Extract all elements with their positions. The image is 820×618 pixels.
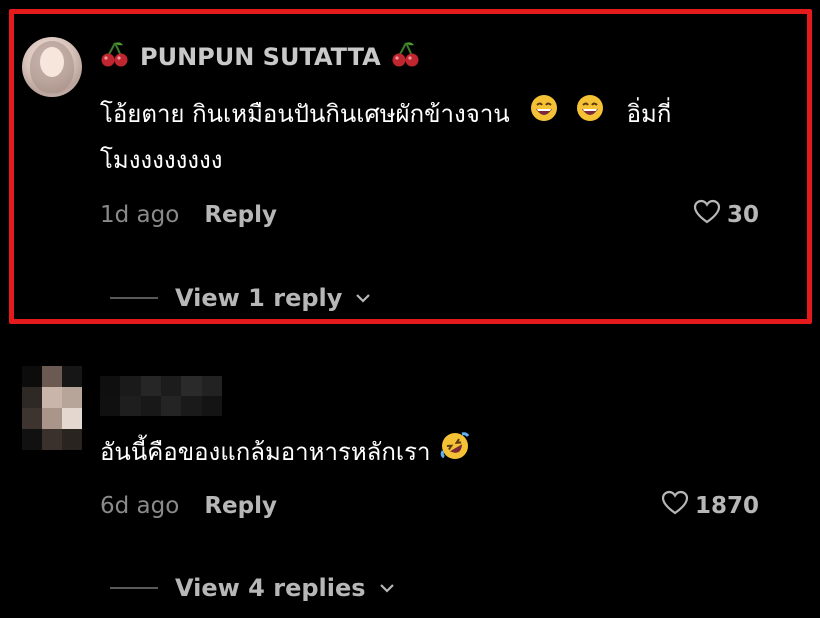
comment-text-line: โอ้ยตาย กินเหมือนปันกินเศษผักข้างจาน อิ่…	[100, 90, 671, 139]
comment-time: 6d ago	[100, 493, 180, 519]
comment-text-line: อันนี้คือของแกล้มอาหารหลักเรา	[100, 428, 470, 477]
cherry-icon	[100, 40, 130, 74]
cherry-icon	[391, 40, 421, 74]
comment-meta: 6d ago Reply	[100, 489, 277, 523]
divider	[110, 297, 158, 299]
heart-icon	[693, 199, 721, 231]
like-button[interactable]: 30	[693, 198, 759, 232]
rolling-on-the-floor-laughing-emoji	[440, 429, 470, 477]
reply-button[interactable]: Reply	[204, 493, 277, 519]
username-text: PUNPUN SUTATTA	[140, 43, 381, 71]
view-replies-button[interactable]: View 4 replies	[110, 571, 396, 605]
divider	[110, 587, 158, 589]
chevron-down-icon	[378, 582, 396, 594]
view-replies-label: View 1 reply	[175, 284, 343, 312]
view-replies-button[interactable]: View 1 reply	[110, 281, 372, 315]
comment-text-line2: โมงงงงงงงง	[100, 146, 223, 174]
heart-icon	[661, 490, 689, 522]
comment-username[interactable]: PUNPUN SUTATTA	[100, 40, 421, 74]
like-count: 30	[726, 202, 759, 228]
view-replies-label: View 4 replies	[175, 574, 366, 602]
reply-button[interactable]: Reply	[204, 202, 277, 228]
comment-text: อันนี้คือของแกล้มอาหารหลักเรา	[100, 438, 431, 466]
blurred-username	[100, 376, 222, 416]
like-count: 1870	[694, 493, 759, 519]
like-button[interactable]: 1870	[661, 489, 759, 523]
avatar[interactable]	[22, 37, 82, 97]
comment-text-tail: อิ่มกี่	[626, 100, 672, 128]
grinning-face-with-smiling-eyes-emoji	[575, 91, 605, 139]
comment-time: 1d ago	[100, 202, 180, 228]
comment-text: โอ้ยตาย กินเหมือนปันกินเศษผักข้างจาน	[100, 100, 510, 128]
avatar[interactable]	[22, 366, 82, 450]
comment-meta: 1d ago Reply	[100, 198, 277, 232]
grinning-face-with-smiling-eyes-emoji	[529, 91, 559, 139]
chevron-down-icon	[354, 292, 372, 304]
